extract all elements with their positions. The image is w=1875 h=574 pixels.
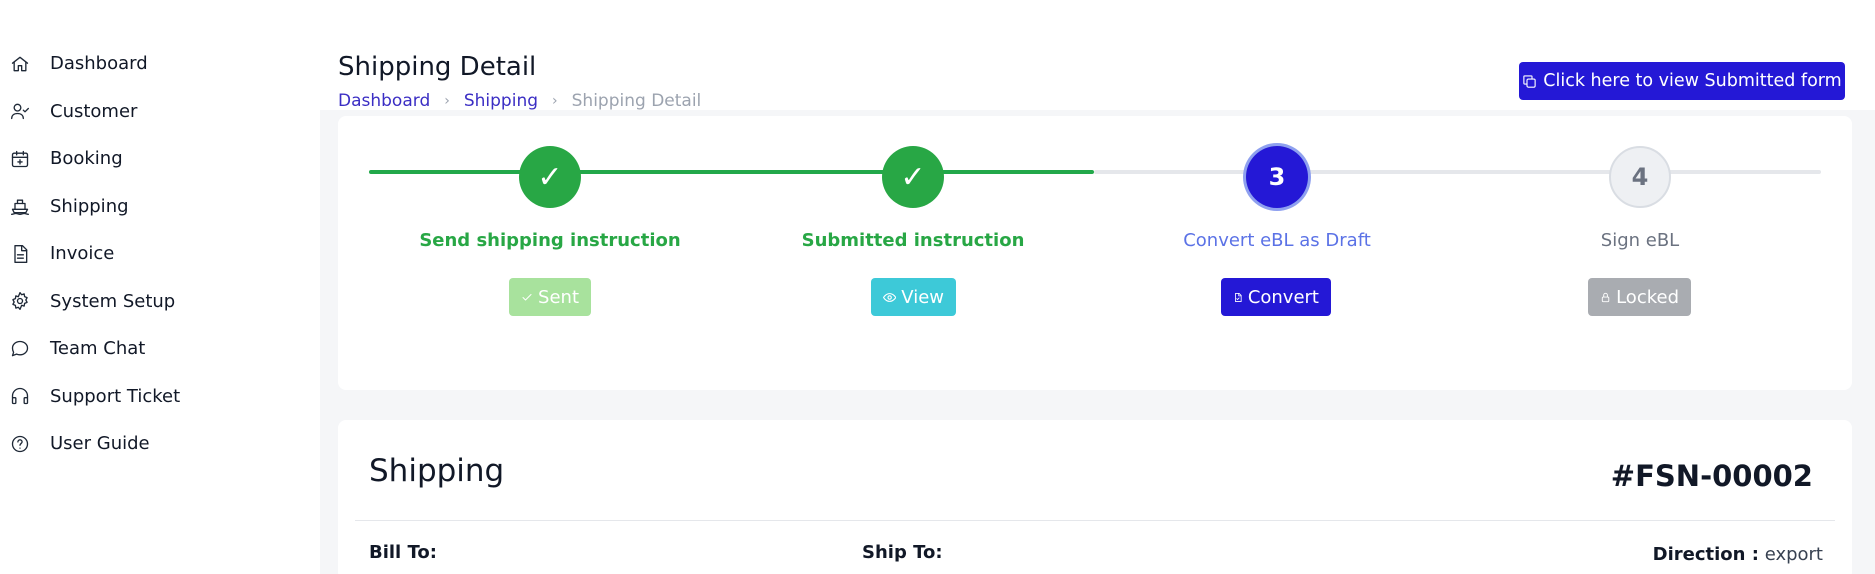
step-4-marker: 4 [1609,146,1671,208]
divider [355,520,1835,521]
home-icon [10,54,30,74]
calendar-plus-icon [10,149,30,169]
view-submitted-form-label: Click here to view Submitted form [1543,71,1842,91]
convert-button-label: Convert [1247,286,1319,308]
chevron-right-icon: › [552,93,558,109]
direction-value: export [1764,544,1823,565]
breadcrumb-dashboard[interactable]: Dashboard [338,91,430,111]
ship-to-label: Ship To: [862,542,943,563]
sidebar-item-support-ticket[interactable]: Support Ticket [0,373,320,421]
page-title: Shipping Detail [338,52,537,82]
direction: Direction : export [1653,544,1823,565]
sidebar-item-label: Customer [50,100,138,122]
copy-icon [1522,74,1537,89]
sidebar-item-user-guide[interactable]: User Guide [0,420,320,468]
sidebar-item-label: Team Chat [50,338,146,360]
shipping-number: #FSN-00002 [1610,459,1813,493]
breadcrumb-shipping[interactable]: Shipping [464,91,538,111]
sidebar-item-label: Shipping [50,195,129,217]
sidebar-item-dashboard[interactable]: Dashboard [0,40,320,88]
stepper-remaining-line [1094,170,1821,174]
sidebar-item-team-chat[interactable]: Team Chat [0,325,320,373]
shipping-card [338,420,1852,574]
file-convert-icon [1235,292,1242,302]
check-icon [522,293,532,301]
step-1-marker: ✓ [519,146,581,208]
gear-icon [10,291,30,311]
sent-button: Sent [509,278,591,316]
sidebar-item-label: Dashboard [50,53,148,75]
sidebar-item-label: System Setup [50,290,176,312]
breadcrumb-current: Shipping Detail [571,91,702,111]
step-3-label: Convert eBL as Draft [1183,230,1371,251]
help-circle-icon [10,434,30,454]
sidebar-item-label: Invoice [50,243,115,265]
locked-button-label: Locked [1616,286,1679,308]
sidebar-item-customer[interactable]: Customer [0,88,320,136]
step-1-label: Send shipping instruction [419,230,681,251]
view-button-label: View [901,286,944,308]
chat-icon [10,339,30,359]
chevron-right-icon: › [444,93,450,109]
eye-icon [883,292,897,302]
convert-button[interactable]: Convert [1221,278,1331,316]
sidebar-item-shipping[interactable]: Shipping [0,183,320,231]
view-submitted-form-button[interactable]: Click here to view Submitted form [1519,62,1845,100]
step-4-label: Sign eBL [1600,230,1680,251]
direction-label: Direction : [1652,544,1759,565]
user-check-icon [10,101,30,121]
step-2-marker: ✓ [882,146,944,208]
sent-button-label: Sent [538,286,579,308]
headphones-icon [10,386,30,406]
sidebar-item-system-setup[interactable]: System Setup [0,278,320,326]
sidebar-item-label: User Guide [50,433,150,455]
step-3-marker: 3 [1246,146,1308,208]
file-text-icon [10,244,30,264]
view-button[interactable]: View [871,278,956,316]
locked-button: Locked [1588,278,1691,316]
sidebar-item-label: Support Ticket [50,385,181,407]
sidebar: Dashboard Customer Booking Shipping Invo… [0,40,320,468]
lock-icon [1601,292,1610,302]
bill-to-label: Bill To: [369,542,437,563]
ship-icon [10,196,30,216]
step-2-label: Submitted instruction [801,230,1025,251]
shipping-title: Shipping [369,453,505,489]
breadcrumb: Dashboard › Shipping › Shipping Detail [338,91,701,111]
sidebar-item-label: Booking [50,148,123,170]
sidebar-item-booking[interactable]: Booking [0,135,320,183]
stepper-progress-line [369,170,1094,174]
sidebar-item-invoice[interactable]: Invoice [0,230,320,278]
